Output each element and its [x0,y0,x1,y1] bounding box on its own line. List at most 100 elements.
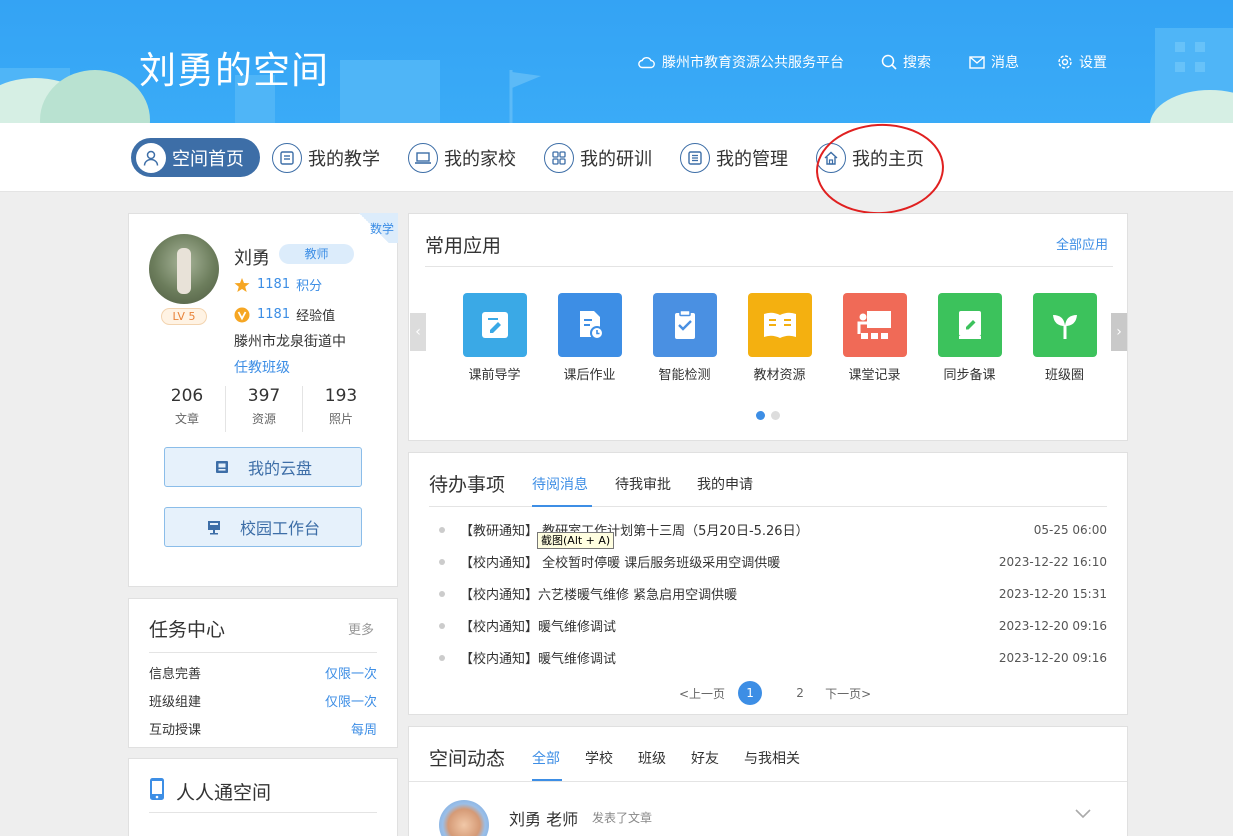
apps-next-arrow[interactable]: › [1111,313,1127,351]
search-link[interactable]: 搜索 [881,52,931,72]
tab-label: 我的研训 [580,148,652,170]
page-title: 刘勇的空间 [139,49,329,92]
prev-page-link[interactable]: <上一页 [679,685,725,702]
user-name: 刘勇 [234,248,270,269]
app-class-circle[interactable]: 班级圈 [1017,293,1112,383]
tab-research[interactable]: 我的研训 [544,138,652,177]
next-page-link[interactable]: 下一页> [825,685,871,702]
avatar[interactable] [149,234,219,304]
tab-home-school[interactable]: 我的家校 [408,138,516,177]
app-class-record[interactable]: 课堂记录 [827,293,922,383]
post-avatar[interactable] [439,800,489,836]
todo-tab-unread[interactable]: 待阅消息 [532,474,588,494]
page-2[interactable]: 2 [788,681,812,705]
bg-window [1175,62,1185,72]
space-feed-card: 空间动态 全部 学校 班级 好友 与我相关 刘勇 老师 发表了文章 [408,726,1128,836]
page-1[interactable]: 1 [738,681,763,705]
vip-icon [234,307,250,322]
app-sync-prep[interactable]: 同步备课 [922,293,1017,383]
cloud-drive-label: 我的云盘 [247,459,312,478]
carousel-dot[interactable] [771,411,780,420]
cloud-drive-button[interactable]: 我的云盘 [164,447,362,487]
count-resources[interactable]: 397 资源 [226,386,303,432]
divider [149,652,377,653]
apps-prev-arrow[interactable]: ‹ [410,313,426,351]
settings-link[interactable]: 设置 [1057,52,1107,72]
todo-date: 05-25 06:00 [1033,522,1107,537]
feed-tab-school[interactable]: 学校 [585,748,613,768]
bg-window [1195,62,1205,72]
bullet [439,590,445,597]
app-homework[interactable]: 课后作业 [542,293,637,383]
messages-link[interactable]: 消息 [969,52,1019,72]
bg-window [1195,42,1205,52]
teaching-class-link[interactable]: 任教班级 [234,357,290,377]
book-icon [272,142,302,173]
count-label: 照片 [328,412,353,426]
sync-prep-icon [937,293,1002,357]
mobile-space-title[interactable]: 人人通空间 [176,778,271,805]
count-articles[interactable]: 206 文章 [149,386,226,432]
carousel-dot[interactable] [756,411,765,420]
tab-teaching[interactable]: 我的教学 [272,138,380,177]
chevron-down-icon[interactable] [1075,809,1091,819]
todo-date: 2023-12-20 15:31 [998,586,1107,601]
tab-label: 我的家校 [444,148,516,170]
user-icon [136,142,166,173]
task-center-card: 任务中心 更多 信息完善 仅限一次 班级组建 仅限一次 互动授课 每周 [128,598,398,748]
mail-icon [969,55,985,69]
task-label: 信息完善 [149,667,202,682]
cloud-drive-icon [215,461,228,473]
cloud-icon [638,57,655,69]
divider [149,812,377,813]
common-apps-card: 常用应用 全部应用 ‹ › 课前导学 课后作业 智能检测 教材资源 课堂记录 同… [408,213,1128,441]
school-name: 滕州市龙泉街道中 [234,334,346,350]
mobile-space-card: 人人通空间 [128,758,398,836]
feed-tab-friends[interactable]: 好友 [691,748,719,768]
preview-guide-icon [462,293,527,357]
todo-tab-request[interactable]: 我的申请 [697,474,753,494]
subject-tag-label: 数学 [369,222,394,236]
tab-home[interactable]: 空间首页 [131,138,260,177]
smart-test-icon [652,293,717,357]
todo-item[interactable]: 【校内通知】六艺楼暖气维修 紧急启用空调供暖 2023-12-20 15:31 [439,584,1107,603]
app-textbook[interactable]: 教材资源 [732,293,827,383]
feed-tab-all[interactable]: 全部 [532,748,560,768]
count-label: 文章 [174,412,199,426]
points-label[interactable]: 积分 [296,275,322,294]
count-photos[interactable]: 193 照片 [303,386,379,432]
todo-item[interactable]: 【校内通知】暖气维修调试 2023-12-20 09:16 [439,648,1107,667]
task-frequency[interactable]: 仅限一次 [325,691,377,710]
app-label: 课前导学 [468,368,521,383]
task-row: 班级组建 仅限一次 [149,691,377,710]
all-apps-link[interactable]: 全部应用 [1056,234,1108,253]
todo-item[interactable]: 【校内通知】暖气维修调试 2023-12-20 09:16 [439,616,1107,635]
star-icon [234,277,250,292]
common-apps-title: 常用应用 [425,235,502,257]
divider [429,506,1107,507]
app-smart-test[interactable]: 智能检测 [637,293,732,383]
exp-label: 经验值 [296,309,336,324]
bg-building [340,60,440,123]
screenshot-tooltip: 截图(Alt + A) [537,532,615,549]
class-record-icon [842,293,907,357]
workbench-label: 校园工作台 [239,519,320,538]
workbench-button[interactable]: 校园工作台 [164,507,362,547]
active-tab-indicator [532,505,592,507]
app-preview-guide[interactable]: 课前导学 [447,293,542,383]
app-label: 教材资源 [753,368,806,383]
task-frequency[interactable]: 每周 [351,719,377,738]
post-author[interactable]: 刘勇 老师 [509,806,578,830]
todo-item[interactable]: 【校内通知】 全校暂时停暖 课后服务班级采用空调供暖 2023-12-22 16:… [439,552,1107,571]
feed-tab-related[interactable]: 与我相关 [744,748,800,768]
main-tabs: 空间首页 我的教学 我的家校 我的研训 我的管理 我的主页 [0,123,1233,192]
task-more-link[interactable]: 更多 [348,619,374,638]
feed-tab-class[interactable]: 班级 [638,748,666,768]
app-label: 课堂记录 [848,368,901,383]
apps-list: 课前导学 课后作业 智能检测 教材资源 课堂记录 同步备课 班级圈 [447,293,1112,383]
platform-link[interactable]: 滕州市教育资源公共服务平台 [638,52,844,72]
task-center-title: 任务中心 [149,619,226,641]
task-frequency[interactable]: 仅限一次 [325,663,377,682]
todo-tab-approval[interactable]: 待我审批 [615,474,671,494]
tab-management[interactable]: 我的管理 [680,138,788,177]
